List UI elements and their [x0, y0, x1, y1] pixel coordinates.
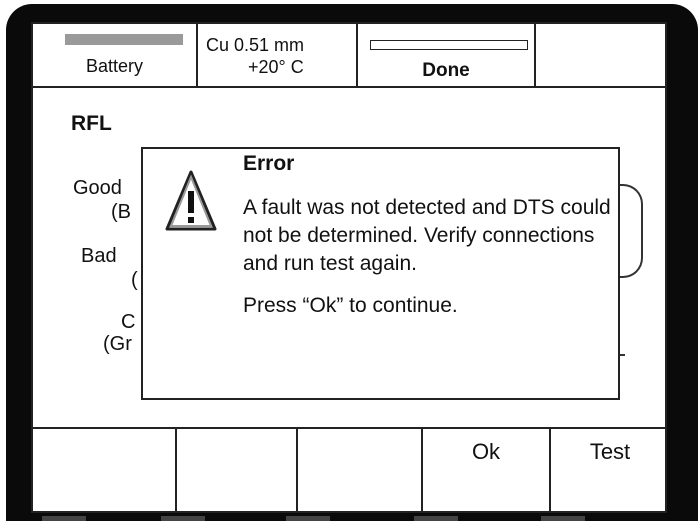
wire-gauge: Cu 0.51 mm [206, 35, 305, 55]
error-dialog: Error A fault was not detected and DTS c… [141, 147, 620, 400]
softkey-2[interactable] [177, 429, 298, 511]
background-text: Good [73, 177, 122, 199]
test-softkey[interactable]: Test [551, 429, 665, 511]
softkey-bar: Ok Test [33, 427, 665, 511]
ok-softkey[interactable]: Ok [423, 429, 551, 511]
status-empty-cell [536, 24, 665, 86]
background-text: (B [111, 201, 131, 223]
device-screen: Battery Cu 0.51 mm +20° C Done RFL Good … [31, 22, 667, 513]
bezel-notch [161, 516, 205, 521]
wire-info-cell: Cu 0.51 mm +20° C [198, 24, 358, 86]
battery-label: Battery [85, 56, 144, 76]
bezel-notch [42, 516, 86, 521]
bezel-notch [414, 516, 458, 521]
battery-cell: Battery [33, 24, 198, 86]
background-text: C [121, 311, 136, 333]
warning-triangle-icon [165, 170, 217, 231]
wire-temperature: +20° C [248, 57, 304, 77]
softkey-1[interactable] [33, 429, 177, 511]
dialog-instruction: Press “Ok” to continue. [243, 294, 458, 317]
dialog-body: A fault was not detected and DTS could n… [243, 194, 613, 320]
battery-level-bar [65, 34, 183, 45]
background-text: ( [131, 269, 138, 291]
dialog-message: A fault was not detected and DTS could n… [243, 196, 611, 275]
progress-cell: Done [358, 24, 536, 86]
bezel-notch [541, 516, 585, 521]
background-text: (Gr [103, 333, 132, 355]
softkey-3[interactable] [298, 429, 423, 511]
progress-bar [370, 40, 528, 50]
background-text: Bad [81, 245, 117, 267]
progress-label: Done [422, 60, 470, 81]
bezel-notch [286, 516, 330, 521]
status-bar: Battery Cu 0.51 mm +20° C Done [33, 24, 665, 88]
dialog-title: Error [243, 152, 295, 175]
mode-title: RFL [71, 112, 112, 135]
